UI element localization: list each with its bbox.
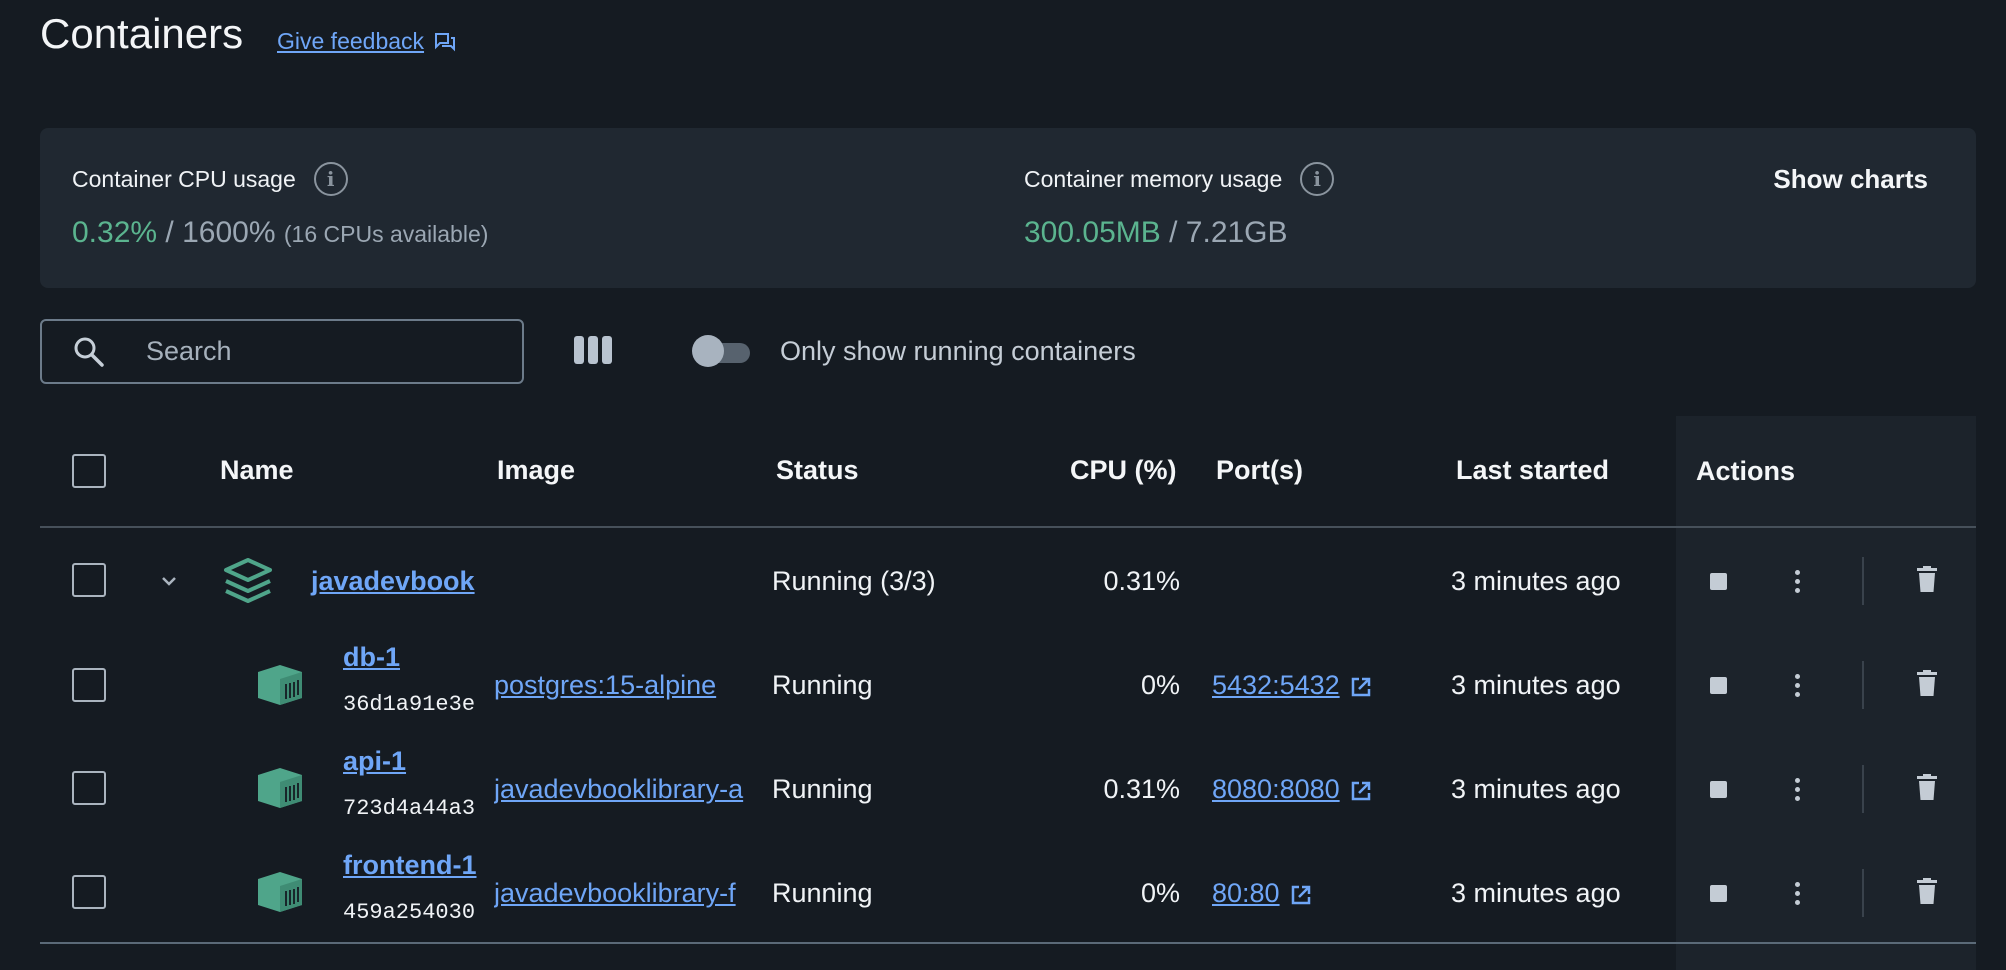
more-actions-icon[interactable] — [1795, 674, 1801, 697]
memory-usage-value: 300.05MB / 7.21GB — [1024, 216, 1288, 250]
column-header-actions: Actions — [1696, 456, 1796, 486]
container-image-link[interactable]: javadevbooklibrary-f — [494, 878, 756, 909]
container-status: Running — [772, 878, 873, 908]
compose-stack-icon — [224, 558, 272, 603]
page-title: Containers — [40, 10, 244, 57]
give-feedback-link[interactable]: Give feedback — [277, 28, 456, 55]
container-image-link[interactable]: postgres:15-alpine — [494, 670, 756, 701]
container-id: 723d4a44a3 — [343, 796, 476, 821]
memory-usage-label: Container memory usage — [1024, 165, 1283, 192]
feedback-icon — [435, 32, 456, 51]
usage-stats-card: Container CPU usage i 0.32% / 1600% (16 … — [40, 128, 1976, 288]
port-link[interactable]: 80:80 — [1212, 878, 1280, 908]
container-id: 459a254030 — [343, 900, 476, 925]
cpu-total: 1600% — [182, 216, 276, 249]
action-divider — [1862, 869, 1864, 917]
container-last-started: 3 minutes ago — [1451, 878, 1621, 908]
cpu-used: 0.32% — [72, 216, 158, 249]
action-divider — [1862, 557, 1864, 605]
column-header-status[interactable]: Status — [776, 455, 859, 486]
column-settings-button[interactable] — [574, 336, 612, 364]
port-link[interactable]: 5432:5432 — [1212, 670, 1340, 700]
more-actions-icon[interactable] — [1795, 778, 1801, 801]
group-cpu: 0.31% — [1103, 566, 1180, 596]
cpu-info-icon[interactable]: i — [313, 162, 348, 196]
external-link-icon[interactable] — [1290, 884, 1312, 906]
running-only-toggle[interactable] — [692, 335, 750, 367]
action-divider — [1862, 661, 1864, 709]
group-status: Running (3/3) — [772, 566, 936, 596]
columns-icon-bar — [588, 336, 598, 364]
table-bottom-divider — [40, 942, 1976, 944]
container-icon — [258, 665, 302, 705]
container-name-link[interactable]: db-1 — [343, 642, 400, 673]
action-divider — [1862, 765, 1864, 813]
column-header-cpu[interactable]: CPU (%) — [1070, 455, 1177, 486]
header-divider — [40, 526, 1976, 528]
row-checkbox-db-1[interactable] — [72, 668, 106, 702]
container-name-link[interactable]: api-1 — [343, 746, 406, 777]
container-icon — [258, 872, 302, 912]
search-icon — [74, 337, 104, 367]
cpu-usage-label: Container CPU usage — [72, 165, 296, 192]
columns-icon-bar — [574, 336, 584, 364]
group-more-icon[interactable] — [1795, 570, 1801, 593]
group-checkbox[interactable] — [72, 563, 106, 597]
external-link-icon[interactable] — [1350, 676, 1372, 698]
memory-info-icon[interactable]: i — [1300, 162, 1335, 196]
delete-icon[interactable] — [1917, 878, 1937, 904]
give-feedback-label: Give feedback — [277, 28, 425, 54]
port-link[interactable]: 8080:8080 — [1212, 774, 1340, 804]
container-port[interactable]: 80:80 — [1212, 878, 1312, 909]
cpu-usage-value: 0.32% / 1600% (16 CPUs available) — [72, 216, 488, 250]
container-status: Running — [772, 670, 873, 700]
delete-icon[interactable] — [1917, 670, 1937, 696]
delete-icon[interactable] — [1917, 774, 1937, 800]
container-icon — [258, 768, 302, 808]
cpu-separator: / — [165, 216, 174, 249]
memory-total: 7.21GB — [1185, 216, 1288, 249]
select-all-checkbox[interactable] — [72, 454, 106, 488]
stop-icon[interactable] — [1710, 781, 1727, 798]
container-last-started: 3 minutes ago — [1451, 670, 1621, 700]
stop-icon[interactable] — [1710, 677, 1727, 694]
container-port[interactable]: 8080:8080 — [1212, 774, 1372, 805]
external-link-icon[interactable] — [1350, 780, 1372, 802]
column-header-name[interactable]: Name — [220, 455, 294, 486]
memory-used: 300.05MB — [1024, 216, 1161, 249]
columns-icon-bar — [602, 336, 612, 364]
container-last-started: 3 minutes ago — [1451, 774, 1621, 804]
chevron-down-icon[interactable] — [160, 574, 178, 588]
cpu-usage-label-row: Container CPU usage i — [72, 162, 348, 196]
cpu-available-note: (16 CPUs available) — [283, 221, 489, 247]
stop-icon[interactable] — [1710, 885, 1727, 902]
memory-usage-label-row: Container memory usage i — [1024, 162, 1335, 196]
running-only-label: Only show running containers — [780, 336, 1136, 366]
container-image-link[interactable]: javadevbooklibrary-a — [494, 774, 756, 805]
container-id: 36d1a91e3e — [343, 692, 476, 717]
row-checkbox-frontend-1[interactable] — [72, 875, 106, 909]
container-name-link[interactable]: frontend-1 — [343, 850, 479, 881]
memory-separator: / — [1169, 216, 1178, 249]
column-header-ports[interactable]: Port(s) — [1216, 455, 1303, 486]
container-cpu: 0% — [1140, 878, 1180, 908]
search-box[interactable] — [40, 319, 524, 384]
group-delete-icon[interactable] — [1917, 566, 1937, 592]
group-name-link[interactable]: javadevbook — [311, 566, 475, 597]
toggle-knob — [692, 335, 724, 367]
group-last-started: 3 minutes ago — [1451, 566, 1621, 596]
container-status: Running — [772, 774, 873, 804]
row-checkbox-api-1[interactable] — [72, 771, 106, 805]
container-cpu: 0.31% — [1103, 774, 1180, 804]
column-header-last-started[interactable]: Last started — [1456, 455, 1609, 486]
container-cpu: 0% — [1140, 670, 1180, 700]
group-stop-icon[interactable] — [1710, 573, 1727, 590]
show-charts-button[interactable]: Show charts — [1773, 164, 1928, 195]
more-actions-icon[interactable] — [1795, 882, 1801, 905]
container-port[interactable]: 5432:5432 — [1212, 670, 1372, 701]
column-header-image[interactable]: Image — [497, 455, 575, 486]
search-input[interactable] — [146, 336, 476, 367]
